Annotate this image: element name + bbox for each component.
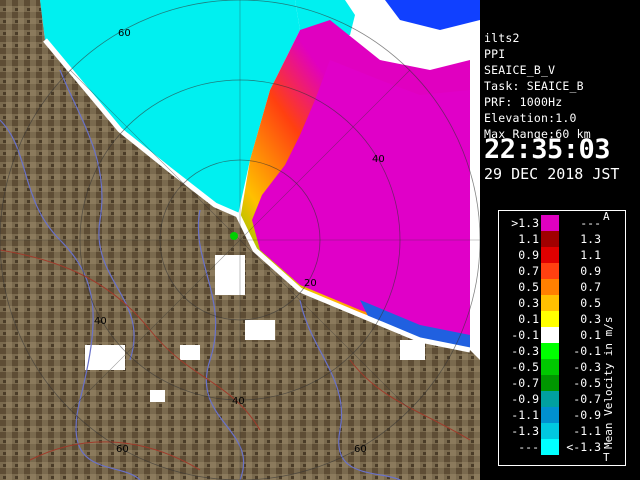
legend-upper-bound: 0.1 [580, 328, 601, 342]
legend-swatch [541, 311, 559, 327]
legend-lower-bound: 1.1 [518, 232, 539, 246]
legend-upper-bound: --- [580, 216, 601, 230]
velocity-legend: >1.3 --- 1.1 1.3 0.9 1.1 0.7 0.9 0.5 0.7 0.3 0.5 0.1… [498, 210, 626, 466]
legend-lower-bound: 0.9 [518, 248, 539, 262]
site-name: ilts2 [484, 31, 520, 45]
legend-swatch [541, 327, 559, 343]
legend-lower-bound: 0.5 [518, 280, 539, 294]
elevation-value: Elevation:1.0 [484, 111, 577, 125]
legend-upper-bound: -0.1 [573, 344, 601, 358]
range-label-20: 20 [304, 278, 317, 289]
legend-lower-bound: -0.3 [511, 344, 539, 358]
legend-swatch [541, 375, 559, 391]
task-name: Task: SEAICE_B [484, 79, 584, 93]
azimuth-spokes [0, 0, 480, 480]
legend-row: --- <-1.3 [499, 439, 601, 455]
range-label-40-south: 40 [232, 396, 245, 407]
legend-title: Mean Velocity in m/s [602, 316, 615, 449]
range-label-40-east: 40 [372, 154, 385, 165]
legend-row: -0.5 -0.3 [499, 359, 601, 375]
legend-swatch [541, 247, 559, 263]
legend-upper-bound: 0.3 [580, 312, 601, 326]
legend-row: -0.7 -0.5 [499, 375, 601, 391]
prf-value: PRF: 1000Hz [484, 95, 563, 109]
legend-swatch [541, 439, 559, 455]
legend-row: 0.9 1.1 [499, 247, 601, 263]
legend-row: 1.1 1.3 [499, 231, 601, 247]
legend-bottom-marker: T [603, 451, 610, 464]
legend-lower-bound: 0.1 [518, 312, 539, 326]
range-label-60-south: 60 [116, 444, 129, 455]
info-panel: ilts2 PPI SEAICE_B_V Task: SEAICE_B PRF:… [480, 27, 640, 187]
legend-upper-bound: 0.7 [580, 280, 601, 294]
legend-upper-bound: -0.7 [573, 392, 601, 406]
legend-swatch [541, 279, 559, 295]
legend-lower-bound: 0.7 [518, 264, 539, 278]
legend-row: 0.7 0.9 [499, 263, 601, 279]
product-name: SEAICE_B_V [484, 63, 556, 77]
legend-row: >1.3 --- [499, 215, 601, 231]
legend-row: 0.1 0.3 [499, 311, 601, 327]
radar-site-marker [230, 232, 238, 240]
legend-lower-bound: -1.1 [511, 408, 539, 422]
legend-row: 0.5 0.7 [499, 279, 601, 295]
legend-upper-bound: -1.1 [573, 424, 601, 438]
legend-lower-bound: -0.9 [511, 392, 539, 406]
legend-swatch [541, 407, 559, 423]
legend-swatch [541, 423, 559, 439]
legend-swatch [541, 343, 559, 359]
legend-swatch [541, 391, 559, 407]
legend-upper-bound: 0.9 [580, 264, 601, 278]
legend-upper-bound: -0.5 [573, 376, 601, 390]
legend-swatch [541, 215, 559, 231]
legend-row: 0.3 0.5 [499, 295, 601, 311]
legend-lower-bound: >1.3 [511, 216, 539, 230]
legend-lower-bound: -0.7 [511, 376, 539, 390]
legend-upper-bound: <-1.3 [566, 440, 601, 454]
scan-date: 29 DEC 2018 JST [484, 165, 620, 183]
legend-upper-bound: 1.3 [580, 232, 601, 246]
legend-lower-bound: -0.5 [511, 360, 539, 374]
legend-lower-bound: -1.3 [511, 424, 539, 438]
legend-swatch [541, 263, 559, 279]
range-label-60-southeast: 60 [354, 444, 367, 455]
legend-upper-bound: 1.1 [580, 248, 601, 262]
legend-lower-bound: --- [518, 440, 539, 454]
legend-row: -0.1 0.1 [499, 327, 601, 343]
legend-lower-bound: -0.1 [511, 328, 539, 342]
legend-swatch [541, 359, 559, 375]
legend-row: -1.3 -1.1 [499, 423, 601, 439]
legend-lower-bound: 0.3 [518, 296, 539, 310]
legend-upper-bound: -0.3 [573, 360, 601, 374]
range-label-60-north: 60 [118, 28, 131, 39]
legend-upper-bound: 0.5 [580, 296, 601, 310]
legend-swatch [541, 231, 559, 247]
scan-mode: PPI [484, 47, 506, 61]
legend-swatch [541, 295, 559, 311]
range-label-40-west: 40 [94, 316, 107, 327]
scan-time: 22:35:03 [484, 134, 611, 165]
legend-row: -0.9 -0.7 [499, 391, 601, 407]
legend-upper-bound: -0.9 [573, 408, 601, 422]
legend-row: -1.1 -0.9 [499, 407, 601, 423]
legend-row: -0.3 -0.1 [499, 343, 601, 359]
radar-ppi-display: 60 40 40 40 60 60 20 [0, 0, 480, 480]
